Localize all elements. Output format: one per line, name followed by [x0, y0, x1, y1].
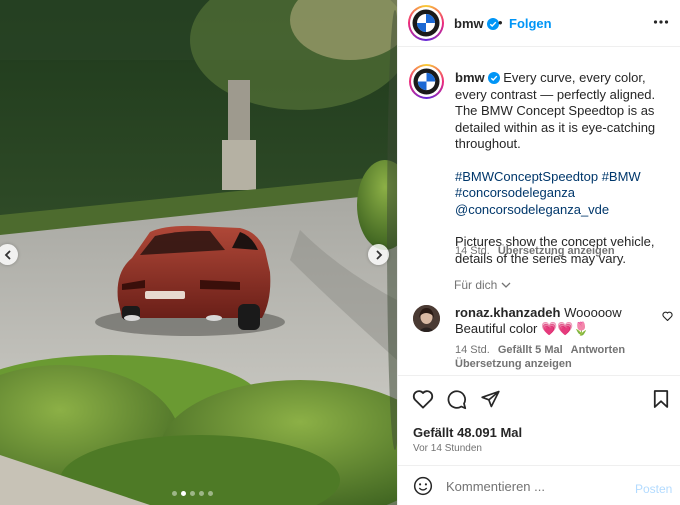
post-detail-panel: bmw • Folgen bmw Every curve, every colo… [397, 0, 680, 505]
caption-meta: 14 Std. Übersetzung anzeigen [455, 245, 615, 257]
carousel-indicator [172, 491, 213, 496]
comment-age: 14 Std. [455, 344, 490, 356]
verified-badge-icon [487, 72, 500, 84]
caption-text: Every curve, every color, every contrast… [455, 70, 656, 151]
carousel-dot [181, 491, 186, 496]
action-bar: Gefällt 48.091 Mal Vor 14 Stunden [398, 375, 680, 465]
reply-button[interactable]: Antworten [571, 344, 625, 356]
comment-likes[interactable]: Gefällt 5 Mal [498, 344, 563, 356]
for-you-toggle[interactable]: Für dich [454, 278, 511, 292]
heart-icon[interactable] [412, 389, 434, 409]
add-comment-bar: Posten [398, 465, 680, 505]
header-separator: • [498, 15, 503, 30]
caption-username[interactable]: bmw [455, 70, 485, 85]
follow-button[interactable]: Folgen [509, 16, 552, 31]
bmw-logo-icon [412, 9, 440, 37]
comment-username[interactable]: ronaz.khanzadeh [455, 305, 560, 320]
comment-translate-link[interactable]: Übersetzung anzeigen [455, 358, 572, 370]
chevron-right-icon [376, 250, 382, 259]
chevron-down-icon [501, 282, 511, 288]
bookmark-icon[interactable] [653, 389, 669, 409]
bmw-logo-icon [413, 68, 440, 95]
caption-main: bmw Every curve, every color, every cont… [455, 70, 670, 153]
emoji-icon[interactable] [413, 476, 433, 496]
likes-count[interactable]: Gefällt 48.091 Mal [413, 425, 522, 440]
caption-translate-link[interactable]: Übersetzung anzeigen [498, 245, 615, 257]
header-username[interactable]: bmw [454, 16, 499, 31]
post-comment-button[interactable]: Posten [635, 482, 672, 496]
carousel-next-button[interactable] [368, 244, 389, 265]
comment-icon[interactable] [446, 389, 467, 410]
bmw-avatar[interactable] [408, 5, 444, 41]
carousel-dot [208, 491, 213, 496]
comment-heart-icon[interactable] [662, 311, 673, 321]
chevron-left-icon [4, 250, 10, 259]
car-photo [0, 0, 397, 505]
carousel-dot [199, 491, 204, 496]
post-timestamp[interactable]: Vor 14 Stunden [413, 443, 482, 454]
comment-meta: 14 Std. Gefällt 5 Mal Antworten [455, 344, 625, 356]
caption-avatar[interactable] [409, 64, 444, 99]
commenter-photo [413, 305, 440, 332]
paper-plane-icon[interactable] [480, 389, 501, 409]
verified-badge-icon [486, 18, 499, 30]
caption-hashtags[interactable]: #BMWConceptSpeedtop #BMW #concorsodelega… [455, 169, 670, 219]
carousel-dot [172, 491, 177, 496]
caption-age: 14 Std. [455, 245, 490, 257]
for-you-label: Für dich [454, 278, 498, 292]
carousel-dot [190, 491, 195, 496]
more-horizontal-icon[interactable] [653, 14, 669, 30]
comment-input[interactable] [446, 476, 626, 496]
post-photo[interactable] [0, 0, 397, 505]
commenter-avatar[interactable] [413, 305, 440, 332]
comment: ronaz.khanzadeh Wooooow Beautiful color … [455, 305, 655, 337]
post-header: bmw • Folgen [398, 0, 680, 47]
